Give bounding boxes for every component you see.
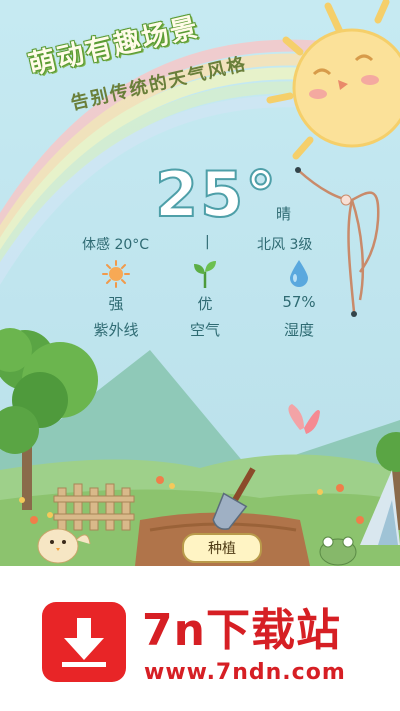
uv-value: 强 bbox=[108, 295, 124, 313]
water-drop-icon bbox=[290, 260, 308, 287]
divider: | bbox=[205, 234, 210, 250]
site-title[interactable]: 7n下载站 bbox=[142, 594, 341, 658]
plant-button[interactable]: 种植 bbox=[182, 533, 262, 563]
sun-icon bbox=[102, 260, 130, 288]
download-arrow-icon bbox=[62, 618, 106, 667]
uv-label: 紫外线 bbox=[93, 321, 139, 339]
temperature-value: 25° bbox=[154, 157, 279, 232]
humidity-label: 湿度 bbox=[283, 321, 314, 339]
air-quality-label: 空气 bbox=[189, 321, 220, 339]
weather-condition: 晴 bbox=[276, 205, 292, 223]
humidity-value: 57% bbox=[282, 293, 316, 311]
weather-scene: 萌动有趣场景 告别传统的天气风格 25° 晴 体感 20°C | 北风 3级 强… bbox=[0, 0, 400, 711]
sprout-icon bbox=[194, 261, 216, 288]
feels-like: 体感 20°C bbox=[82, 237, 150, 253]
air-quality-value: 优 bbox=[197, 295, 213, 313]
site-url[interactable]: www.7ndn.com bbox=[144, 660, 346, 685]
wind-info: 北风 3级 bbox=[257, 237, 313, 253]
download-logo[interactable] bbox=[42, 602, 126, 682]
